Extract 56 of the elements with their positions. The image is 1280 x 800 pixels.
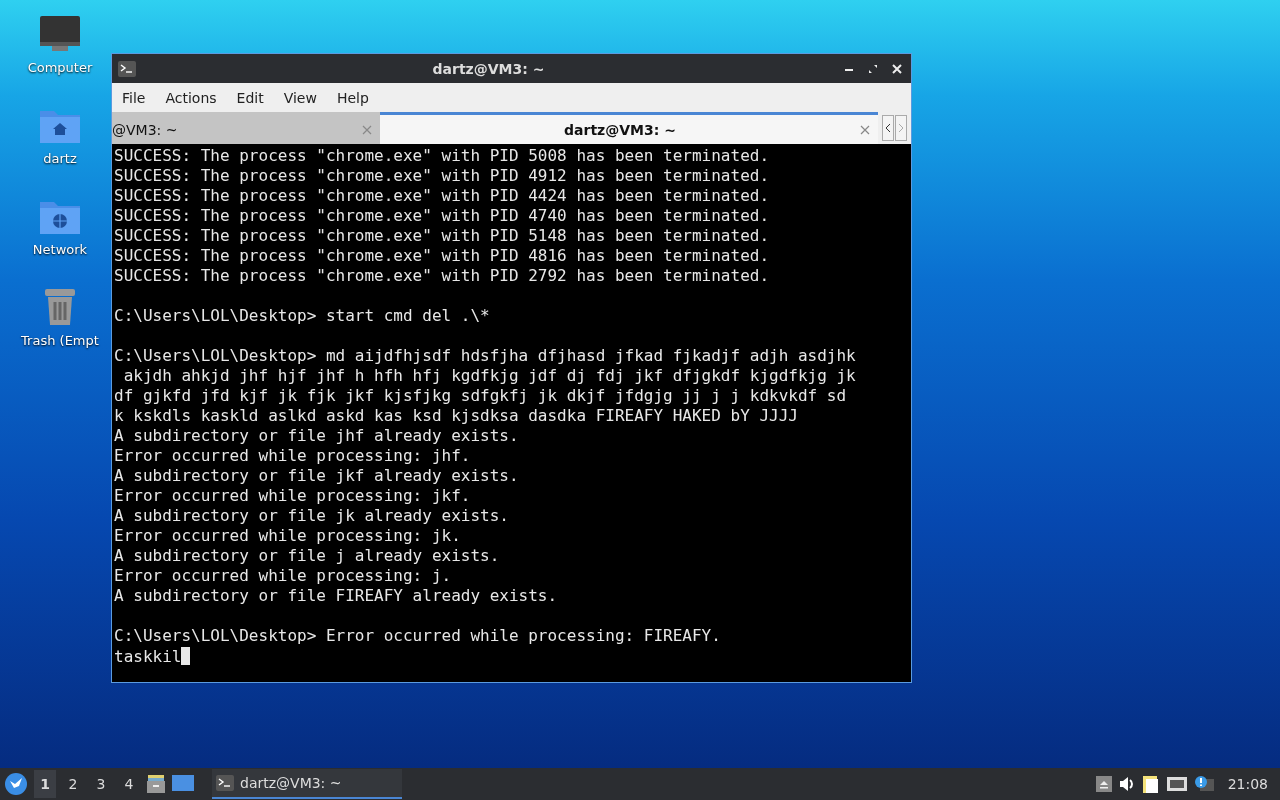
terminal-tab[interactable]: dartz@VM3: ~ <box>380 112 878 144</box>
workspace-button[interactable]: 3 <box>90 770 112 798</box>
menu-item[interactable]: Edit <box>228 89 272 106</box>
desktop-icon[interactable] <box>172 775 194 793</box>
workspace-button[interactable]: 1 <box>34 770 56 798</box>
terminal-line: SUCCESS: The process "chrome.exe" with PID 5148 has been terminated. <box>114 226 771 246</box>
terminal-line: C:\Users\LOL\Desktop> start cmd del .\* <box>114 306 491 326</box>
workspace-button[interactable]: 2 <box>62 770 84 798</box>
terminal-line: Error occurred while processing: jhf. <box>114 446 472 466</box>
terminal-line: A subdirectory or file jkf already exists. <box>114 466 520 486</box>
window-title: dartz@VM3: ~ <box>431 60 546 77</box>
terminal-line: df gjkfd jfd kjf jk fjk jkf kjsfjkg sdfgkfj jk dkjf jfdgjg jj j j kdkvkdf sd <box>114 386 848 406</box>
scroll-left-button[interactable] <box>882 115 894 141</box>
menu-item[interactable]: Help <box>328 89 377 106</box>
network-port-icon[interactable] <box>1165 775 1188 793</box>
close-tab-icon[interactable] <box>860 124 870 135</box>
terminal-line: A subdirectory or file jk already exists. <box>114 506 510 526</box>
desktop-icon-label[interactable]: Network <box>32 242 88 257</box>
eject-icon[interactable] <box>1095 776 1112 792</box>
terminal-line: A subdirectory or file j already exists. <box>114 546 501 566</box>
terminal-line: SUCCESS: The process "chrome.exe" with PID 4816 has been terminated. <box>114 246 771 266</box>
menu-item[interactable]: View <box>275 89 325 106</box>
terminal-icon <box>216 775 234 791</box>
terminal-line: Error occurred while processing: jk. <box>114 526 462 546</box>
command-input[interactable]: taskkil <box>114 646 182 666</box>
speaker-icon[interactable] <box>1117 776 1136 792</box>
terminal-icon <box>118 60 136 77</box>
text-cursor <box>181 647 191 665</box>
chevron-right-icon <box>898 123 904 133</box>
workspace-button[interactable]: 4 <box>118 770 140 798</box>
terminal-line: SUCCESS: The process "chrome.exe" with PID 4912 has been terminated. <box>114 166 771 186</box>
terminal-line: SUCCESS: The process "chrome.exe" with PID 4424 has been terminated. <box>114 186 771 206</box>
file-cabinet-icon[interactable] <box>146 774 166 794</box>
terminal-line: akjdh ahkjd jhf hjf jhf h hfh hfj kgdfkjg jdf dj fdj jkf dfjgkdf kjgdfkjg jk <box>122 366 857 386</box>
taskbar-task[interactable]: dartz@VM3: ~ <box>212 769 402 799</box>
terminal-line: Error occurred while processing: j. <box>114 566 453 586</box>
menu-item[interactable]: File <box>114 89 154 106</box>
clock[interactable]: 21:08 <box>1219 776 1276 792</box>
terminal-line: C:\Users\LOL\Desktop> md aijdfhjsdf hdsfjha dfjhasd jfkad fjkadjf adjh asdjhk <box>114 346 857 366</box>
terminal-line: A subdirectory or file jhf already exists. <box>114 426 520 446</box>
menu-item[interactable]: Actions <box>157 89 225 106</box>
terminal-line: k kskdls kaskld aslkd askd kas ksd kjsdksa dasdka FIREAFY HAKED bY JJJJ <box>114 406 799 426</box>
clipboard-icon[interactable] <box>1141 774 1160 794</box>
chevron-left-icon <box>885 123 891 133</box>
notification-icon[interactable] <box>1193 775 1214 793</box>
maximize-icon[interactable] <box>868 63 878 74</box>
terminal-line: SUCCESS: The process "chrome.exe" with PID 4740 has been terminated. <box>114 206 771 226</box>
monitor-icon <box>38 14 82 54</box>
desktop-icon-label[interactable]: Trash (Empt <box>21 333 99 348</box>
terminal-line: C:\Users\LOL\Desktop> Error occurred while processing: FIREAFY. <box>114 626 722 646</box>
terminal-tab[interactable]: @VM3: ~ <box>112 112 380 144</box>
terminal-line: Error occurred while processing: jkf. <box>114 486 472 506</box>
terminal-line: SUCCESS: The process "chrome.exe" with PID 5008 has been terminated. <box>114 146 771 166</box>
terminal-line: A subdirectory or file FIREAFY already exists. <box>114 586 559 606</box>
close-icon[interactable] <box>892 63 902 74</box>
terminal-line: SUCCESS: The process "chrome.exe" with PID 2792 has been terminated. <box>114 266 771 286</box>
